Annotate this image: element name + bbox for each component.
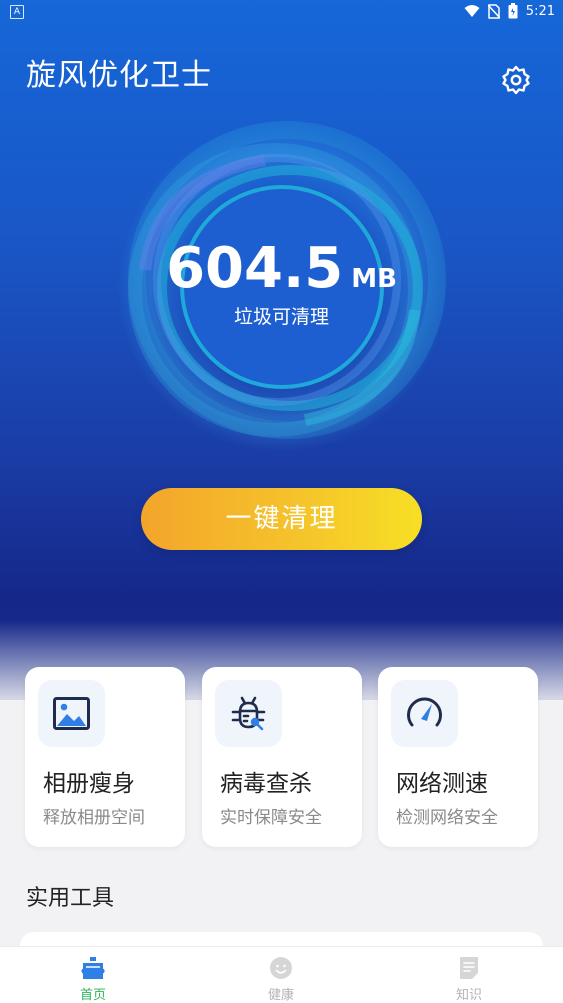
- battery-icon: [508, 3, 518, 19]
- wifi-icon: [464, 5, 480, 17]
- card-desc: 释放相册空间: [43, 808, 145, 828]
- card-desc: 检测网络安全: [396, 808, 498, 828]
- notification-icon: A: [10, 5, 24, 19]
- card-network-speed[interactable]: 网络测速 检测网络安全: [378, 667, 538, 847]
- amount-unit: MB: [351, 264, 397, 294]
- cleanable-amount: 604.5 MB: [0, 236, 563, 301]
- card-desc: 实时保障安全: [220, 808, 322, 828]
- card-title: 相册瘦身: [43, 771, 135, 797]
- card-title: 网络测速: [396, 771, 488, 797]
- clock: 5:21: [525, 3, 555, 19]
- tab-label: 知识: [455, 988, 482, 1003]
- tab-label: 首页: [79, 988, 106, 1003]
- card-icon-box: [38, 680, 105, 747]
- smiley-icon: [270, 957, 292, 979]
- card-icon-box: [391, 680, 458, 747]
- amount-label: 垃圾可清理: [233, 306, 329, 328]
- settings-gear-icon[interactable]: [500, 64, 532, 96]
- tab-label: 健康: [267, 988, 294, 1003]
- card-icon-box: [215, 680, 282, 747]
- card-title: 病毒查杀: [220, 771, 312, 797]
- document-icon: [460, 957, 478, 979]
- bottom-tab-bar: 首页 健康 知识: [0, 946, 563, 1003]
- no-sim-icon: [487, 3, 500, 19]
- status-bar: A 5:21: [0, 0, 563, 24]
- card-photo-slimming[interactable]: 相册瘦身 释放相册空间: [25, 667, 185, 847]
- bug-icon: [231, 696, 266, 731]
- one-click-clean-button[interactable]: 一键清理: [141, 488, 422, 550]
- home-icon: [81, 957, 105, 979]
- app-title: 旋风优化卫士: [26, 58, 212, 93]
- amount-value: 604.5: [166, 236, 344, 301]
- card-virus-scan[interactable]: 病毒查杀 实时保障安全: [202, 667, 362, 847]
- speedometer-icon: [407, 697, 442, 727]
- tab-home[interactable]: 首页: [33, 947, 153, 1003]
- tab-knowledge[interactable]: 知识: [409, 947, 529, 1003]
- tab-health[interactable]: 健康: [221, 947, 341, 1003]
- photo-icon: [53, 697, 90, 730]
- status-icons: 5:21: [464, 3, 555, 19]
- tools-section-title: 实用工具: [26, 886, 115, 911]
